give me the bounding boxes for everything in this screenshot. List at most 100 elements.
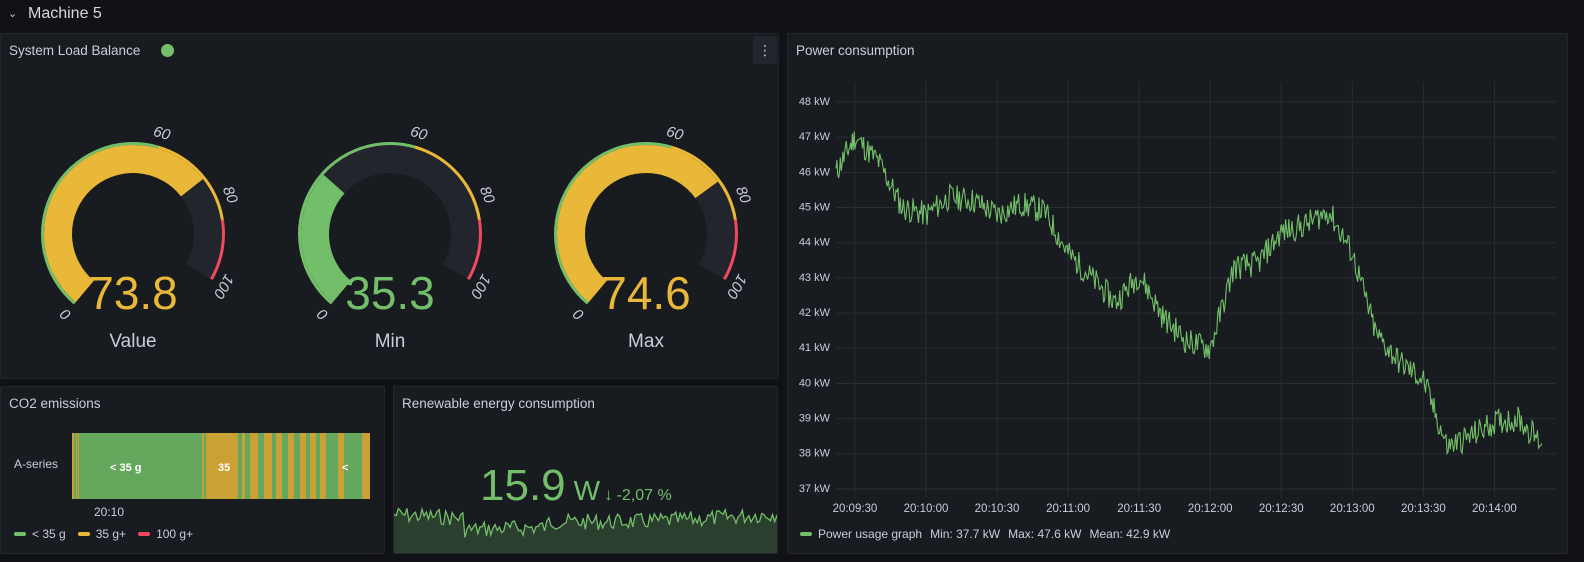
state-segment [310,433,316,499]
state-label: 35 [218,462,230,474]
stat-value: 15.9 [480,461,566,510]
gauge-tick-label: 80 [476,184,498,206]
panel-menu-button[interactable]: ⋮ [753,36,777,64]
x-tick-label: 20:14:00 [1472,503,1517,515]
gauge-tick-label: 60 [408,123,429,144]
row-title: Machine 5 [28,5,102,22]
legend-mean: Mean: 42.9 kW [1089,527,1171,541]
x-tick-label: 20:12:30 [1259,503,1304,515]
legend-item[interactable]: 100 g+ [138,527,193,541]
y-tick-label: 42 kW [799,307,831,319]
y-tick-label: 40 kW [799,377,831,389]
gauge-label: Value [109,331,157,352]
state-label: < [342,462,348,474]
gauge-tick-label: 60 [664,123,685,144]
state-segment [320,433,326,499]
gauge-label: Min [374,331,406,352]
legend-label: 100 g+ [156,527,194,541]
state-segment [276,433,282,499]
gauge-value-text: 35.3 [345,267,435,319]
y-tick-label: 44 kW [799,237,831,249]
gauge-max: 0 60 80 100 74.6 [546,123,776,344]
gauge-value-text: 74.6 [601,267,691,319]
x-tick-label: 20:11:30 [1117,503,1161,515]
y-tick-label: 37 kW [799,483,831,495]
power-line-chart[interactable]: 37 kW 38 kW 39 kW 40 kW 41 kW 42 kW 43 kW 44 kW… [788,34,1568,554]
legend-series-label[interactable]: Power usage graph [818,527,922,541]
panel-title: Renewable energy consumption [402,396,595,411]
legend-label: 35 g+ [95,527,127,541]
state-segment [306,433,310,499]
state-segment [300,433,306,499]
gauge-label: Max [628,331,664,352]
state-segment [326,433,338,499]
arrow-down-icon: ↓ [604,485,613,504]
gauge-tick-label: 60 [151,123,172,144]
state-segment [272,433,276,499]
state-segment [258,433,264,499]
state-segment [288,433,294,499]
y-tick-label: 41 kW [799,342,831,354]
gauge-value: 0 60 80 100 73.8 [33,123,263,344]
vertical-dots-icon: ⋮ [758,41,772,58]
stat-value-group: 15.9 W ↓ -2,07 % [480,461,672,511]
legend-item[interactable]: < 35 g [14,527,66,541]
row-header[interactable]: ⌄ Machine 5 [0,0,1584,28]
x-tick-label: 20:12:00 [1188,503,1233,515]
legend-min: Min: 37.7 kW [930,527,1001,541]
legend-swatch [14,532,26,536]
legend-label: < 35 g [32,527,66,541]
power-legend: Power usage graph Min: 37.7 kW Max: 47.6… [800,527,1170,541]
legend-item[interactable]: 35 g+ [77,527,127,541]
x-tick-label: 20:10:30 [975,503,1020,515]
chevron-down-icon[interactable]: ⌄ [8,7,22,20]
state-segment [72,433,74,499]
state-segment [242,433,245,499]
x-tick-label: 20:09:30 [833,503,878,515]
stat-unit: W [573,475,601,506]
y-tick-label: 38 kW [799,448,831,460]
gauge-min: 0 60 80 100 35.3 [290,123,520,344]
co2-legend: < 35 g 35 g+ 100 g+ [14,527,205,541]
gauge-tick-label: 80 [219,184,241,206]
time-axis-label: 20:10 [94,505,125,519]
co2-emissions-panel: CO2 emissions A-series < 35 g 35 < 20:10 <… [0,386,385,554]
state-timeline[interactable]: < 35 g 35 < [72,433,372,499]
status-indicator [161,44,174,57]
renewable-energy-panel: Renewable energy consumption 15.9 W ↓ -2… [393,386,778,554]
x-tick-label: 20:11:00 [1046,503,1090,515]
panel-title: System Load Balance [9,43,141,58]
state-segment [316,433,320,499]
power-consumption-panel: Power consumption 37 kW 38 kW 39 kW 40 kW 41… [787,33,1568,554]
state-segment [204,433,206,499]
x-tick-label: 20:13:30 [1401,503,1446,515]
state-segment [74,433,76,499]
x-tick-label: 20:10:00 [904,503,949,515]
state-segment [238,433,242,499]
state-segment [294,433,300,499]
legend-swatch [800,532,812,536]
system-load-balance-panel: System Load Balance ⋮ 0 60 80 100 73.8 0 60 8… [0,33,779,379]
y-tick-label: 48 kW [799,96,831,108]
state-segment [78,433,79,499]
state-segment [76,433,77,499]
state-segment [202,433,204,499]
y-tick-label: 45 kW [799,201,831,213]
legend-swatch [138,532,151,536]
panel-title: CO2 emissions [9,396,101,411]
state-segment [250,433,258,499]
state-segment [282,433,288,499]
state-segment [264,433,272,499]
x-tick-label: 20:13:00 [1330,503,1375,515]
series-line-power-usage [835,131,1543,456]
stat-change: -2,07 % [616,487,672,504]
y-tick-label: 43 kW [799,272,831,284]
state-label: < 35 g [110,462,142,474]
legend-max: Max: 47.6 kW [1008,527,1082,541]
state-segment [245,433,250,499]
state-segment [77,433,78,499]
state-segment [362,433,370,499]
gauge-tick-label: 80 [732,184,754,206]
legend-swatch [77,532,90,536]
gauge-value-text: 73.8 [88,267,178,319]
